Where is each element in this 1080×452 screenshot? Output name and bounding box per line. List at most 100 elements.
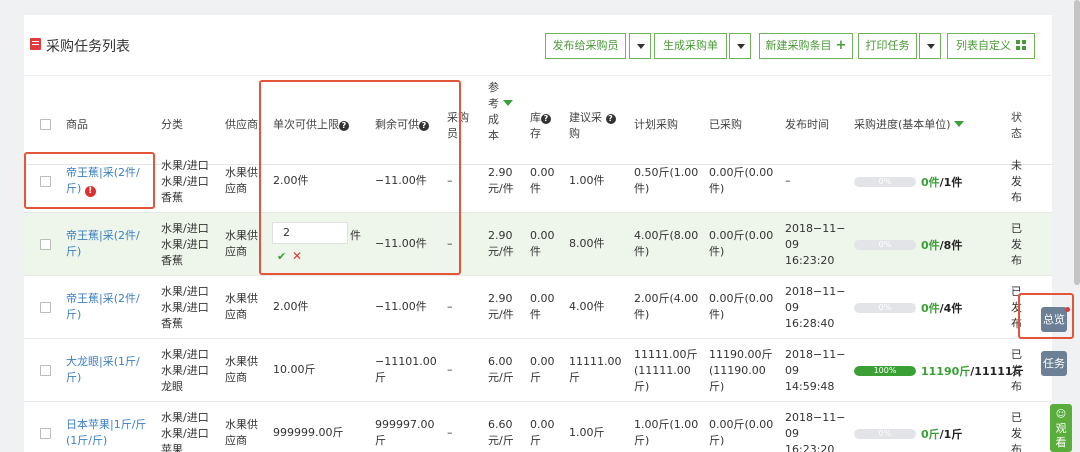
product-link[interactable]: 帝王蕉|采(2件/斤): [66, 228, 140, 260]
remaining-l1: −11101.00: [375, 355, 437, 368]
stock-l2: 件: [530, 182, 541, 195]
feedback-l1: 观: [1055, 422, 1067, 435]
col-ref-cost-l2: 考: [488, 97, 499, 110]
category-l2: 水果/进口: [161, 427, 209, 440]
remaining-value: −11.00件: [375, 300, 427, 313]
col-ref-cost-l1: 参: [488, 81, 499, 94]
publish-to-buyer-button[interactable]: 发布给采购员: [545, 33, 626, 59]
page-title: 采购任务列表: [46, 39, 130, 55]
sort-triangle-down-icon[interactable]: [502, 100, 513, 106]
publish-time-l1: 2018−11−: [785, 222, 846, 235]
scrollbar[interactable]: [1074, 0, 1080, 285]
purchased-l1: 0.00斤(0.00: [709, 292, 774, 305]
col-category: 分类: [161, 118, 183, 131]
supplier: 水果供 应商: [225, 228, 258, 260]
product-link[interactable]: 帝王蕉|采(2件/斤): [66, 291, 140, 323]
publish-time-l2: 09: [785, 427, 799, 440]
col-progress[interactable]: 采购进度(基本单位): [854, 117, 965, 133]
purchased-l2: (11190.00: [709, 364, 766, 377]
progress-total: /8件: [939, 239, 963, 252]
purchased-value: 11190.00斤 (11190.00 斤): [709, 347, 773, 395]
publish-time-l3: 16:23:20: [785, 254, 835, 267]
table-row[interactable]: 帝王蕉|采(2件/斤) 水果/进口 水果/进口 香蕉 水果供 应商 2 件 ✔ ✕ −…: [24, 213, 1052, 276]
ref-cost-l2: 元/件: [488, 182, 514, 195]
question-circle-icon[interactable]: ?: [605, 114, 616, 124]
publish-time: –: [785, 174, 791, 187]
category-l3: 苹果: [161, 443, 183, 452]
row-checkbox[interactable]: [40, 239, 51, 250]
suggested-value: 8.00件: [569, 237, 605, 250]
category-l1: 水果/进口: [161, 222, 209, 235]
stock-l1: 0.00: [530, 166, 555, 179]
status-l2: 发: [1011, 427, 1022, 440]
publish-dropdown-chevron-down-icon[interactable]: [629, 33, 651, 59]
category: 水果/进口 水果/进口 龙眼: [161, 347, 209, 395]
publish-time-l2: 09: [785, 238, 799, 251]
ref-cost-value: 2.90 元/件: [488, 228, 514, 260]
notification-dot: [1065, 307, 1070, 312]
status-l2: 发: [1011, 175, 1022, 188]
purchased-value: 0.00斤(0.00 件): [709, 228, 773, 260]
table-row[interactable]: 帝王蕉|采(2件/斤) 水果/进口 水果/进口 香蕉 水果供 应商 2.00件 −11…: [24, 276, 1052, 339]
row-checkbox[interactable]: [40, 365, 51, 376]
progress-text: 0件/4件: [921, 300, 962, 316]
planned-value: 4.00斤(8.00 件): [634, 228, 698, 260]
task-button[interactable]: 任务: [1041, 351, 1067, 376]
question-circle-icon[interactable]: ?: [541, 114, 551, 124]
publish-time: 2018−11− 09 16:23:20: [785, 221, 845, 269]
ref-cost-l1: 2.90: [488, 229, 513, 242]
feedback-button[interactable]: ☺ 观看: [1050, 404, 1072, 452]
generate-purchase-order-button[interactable]: 生成采购单: [654, 33, 727, 59]
col-ref-cost[interactable]: 参考 成本: [488, 80, 513, 144]
select-all-checkbox[interactable]: [40, 119, 51, 130]
print-task-button[interactable]: 打印任务: [858, 33, 917, 59]
product-link[interactable]: 日本苹果|1斤/斤 (1斤/斤): [66, 417, 146, 449]
row-checkbox[interactable]: [40, 428, 51, 439]
col-status-l1: 状: [1011, 111, 1022, 124]
overview-button[interactable]: 总览: [1041, 307, 1067, 332]
product-name-l1: 帝王蕉|采(2件/: [66, 292, 140, 305]
remaining-value: 999997.00 斤: [375, 417, 435, 449]
category-l3: 龙眼: [161, 380, 183, 393]
status-l3: 布: [1011, 254, 1022, 267]
remaining-l2: 斤: [375, 434, 386, 447]
progress-percent: 0%: [878, 303, 892, 312]
stock-value: 0.00 斤: [530, 354, 555, 386]
status-l3: 布: [1011, 380, 1022, 393]
columns-label: 列表自定义: [956, 39, 1011, 52]
table-row[interactable]: 大龙眼|采(1斤/斤) 水果/进口 水果/进口 龙眼 水果供 应商 10.00斤 −1…: [24, 339, 1052, 402]
row-checkbox[interactable]: [40, 302, 51, 313]
customize-columns-button[interactable]: 列表自定义: [947, 33, 1035, 59]
progress-bar: 0%: [854, 240, 916, 250]
status-l3: 布: [1011, 191, 1022, 204]
new-purchase-item-button[interactable]: 新建采购条目 +: [759, 33, 853, 59]
table-row[interactable]: 日本苹果|1斤/斤 (1斤/斤) 水果/进口 水果/进口 苹果 水果供 应商 99999…: [24, 402, 1052, 452]
col-ref-cost-l4: 本: [488, 129, 499, 142]
purchased-l1: 0.00斤(0.00: [709, 229, 774, 242]
col-suggested[interactable]: 建议采 ? 购: [569, 110, 616, 142]
planned-l2: (11111.00: [634, 364, 691, 377]
col-stock-l2: 存: [530, 127, 541, 140]
supplier-l2: 应商: [225, 371, 247, 384]
progress-bar: 0%: [854, 303, 916, 313]
category-l1: 水果/进口: [161, 348, 209, 361]
sort-triangle-down-icon[interactable]: [954, 121, 965, 127]
progress-bar: 0%: [854, 429, 916, 439]
table-row[interactable]: 帝王蕉|采(2件/斤) ! 水果/进口 水果/进口 香蕉 水果供 应商 2.00件 −…: [24, 150, 1052, 213]
status-l3: 布: [1011, 443, 1022, 452]
max-supply-value[interactable]: 2.00件: [273, 299, 309, 315]
max-supply-value[interactable]: 999999.00斤: [273, 425, 344, 441]
product-link[interactable]: 大龙眼|采(1斤/斤): [66, 354, 140, 386]
purchased-l2: 件): [709, 182, 725, 195]
generate-dropdown-chevron-down-icon[interactable]: [729, 33, 751, 59]
planned-l1: 0.50斤(1.00: [634, 166, 699, 179]
max-supply-value[interactable]: 10.00斤: [273, 362, 316, 378]
purchased-l2: 件): [709, 245, 725, 258]
stock-l2: 件: [530, 308, 541, 321]
col-stock[interactable]: 库? 存: [530, 110, 551, 142]
supplier: 水果供 应商: [225, 291, 258, 323]
col-suggested-l1: 建议采: [569, 111, 602, 124]
print-dropdown-chevron-down-icon[interactable]: [919, 33, 941, 59]
progress-done: 0件: [921, 176, 940, 189]
category: 水果/进口 水果/进口 香蕉: [161, 158, 209, 206]
